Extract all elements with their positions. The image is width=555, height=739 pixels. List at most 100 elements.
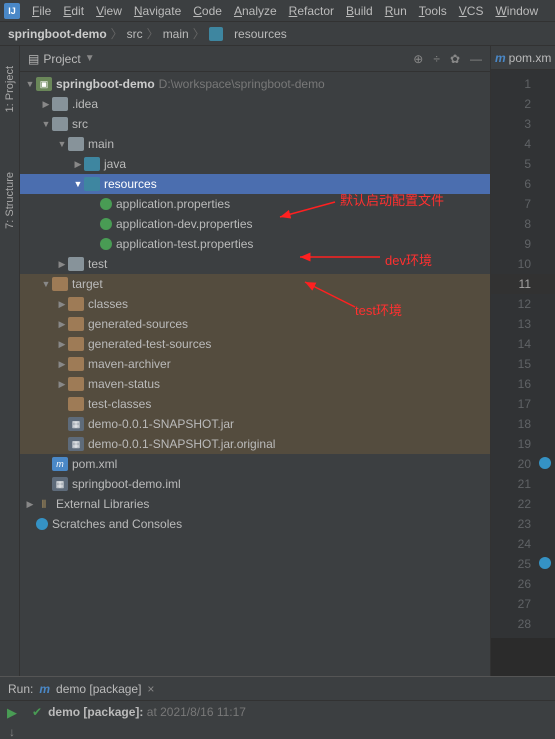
tree-scratch[interactable]: Scratches and Consoles (20, 514, 490, 534)
menu-refactor[interactable]: Refactor (283, 2, 340, 20)
gutter-line[interactable]: 18 (491, 414, 555, 434)
breadcrumb[interactable]: springboot-demo 〉 src 〉 main 〉 resources (0, 22, 555, 46)
menu-code[interactable]: Code (187, 2, 228, 20)
tree-gen-src[interactable]: generated-sources (20, 314, 490, 334)
gutter-line[interactable]: 21 (491, 474, 555, 494)
menu-window[interactable]: Window (489, 2, 544, 20)
collapse-icon[interactable]: ÷ (433, 52, 440, 66)
stop-icon[interactable]: ↓ (9, 725, 15, 739)
gutter-line[interactable]: 27 (491, 594, 555, 614)
tree-classes[interactable]: classes (20, 294, 490, 314)
tree-pom[interactable]: mpom.xml (20, 454, 490, 474)
project-panel: ▤ Project ▼ ⊕ ÷ ✿ — ▣springboot-demoD:\w… (20, 46, 490, 676)
gutter-line[interactable]: 25 (491, 554, 555, 574)
gutter-line[interactable]: 28 (491, 614, 555, 634)
menu-vcs[interactable]: VCS (453, 2, 490, 20)
crumb-src[interactable]: src (127, 27, 143, 41)
tree-gen-test[interactable]: generated-test-sources (20, 334, 490, 354)
tree-test-cls[interactable]: test-classes (20, 394, 490, 414)
gutter-line[interactable]: 26 (491, 574, 555, 594)
gutter-line[interactable]: 14 (491, 334, 555, 354)
tree-app-dev[interactable]: application-dev.properties (20, 214, 490, 234)
menu-view[interactable]: View (90, 2, 128, 20)
gutter-line[interactable]: 7 (491, 194, 555, 214)
menu-build[interactable]: Build (340, 2, 379, 20)
menu-edit[interactable]: Edit (57, 2, 90, 20)
gear-icon[interactable]: ✿ (450, 52, 460, 66)
tree-main[interactable]: main (20, 134, 490, 154)
menu-analyze[interactable]: Analyze (228, 2, 283, 20)
app-logo: IJ (4, 3, 20, 19)
tree-target[interactable]: target (20, 274, 490, 294)
tree-test[interactable]: test (20, 254, 490, 274)
gutter-line[interactable]: 23 (491, 514, 555, 534)
tree-app-prop[interactable]: application.properties (20, 194, 490, 214)
sidebar-tab-project[interactable]: 1: Project (4, 66, 16, 112)
gutter-mark-icon[interactable] (539, 557, 551, 569)
menu-run[interactable]: Run (379, 2, 413, 20)
gutter-line[interactable]: 20 (491, 454, 555, 474)
gutter-line[interactable]: 4 (491, 134, 555, 154)
menubar: IJ FileEditViewNavigateCodeAnalyzeRefact… (0, 0, 555, 22)
play-icon[interactable]: ▶ (7, 705, 17, 721)
editor-tab-pom[interactable]: mpom.xml (491, 46, 555, 70)
tree-idea[interactable]: .idea (20, 94, 490, 114)
tool-window-stripe: 1: Project 7: Structure (0, 46, 20, 676)
tree-mvn-stat[interactable]: maven-status (20, 374, 490, 394)
menu-navigate[interactable]: Navigate (128, 2, 187, 20)
chevron-down-icon: ▼ (85, 53, 95, 64)
gutter-line[interactable]: 6 (491, 174, 555, 194)
tree-jar[interactable]: ▦demo-0.0.1-SNAPSHOT.jar (20, 414, 490, 434)
run-label: Run: (8, 682, 33, 696)
gutter-line[interactable]: 22 (491, 494, 555, 514)
crumb-main[interactable]: main (163, 27, 189, 41)
menu-file[interactable]: File (26, 2, 57, 20)
tree-app-test[interactable]: application-test.properties (20, 234, 490, 254)
gutter-line[interactable]: 1 (491, 74, 555, 94)
tree-resources[interactable]: resources (20, 174, 490, 194)
tree-iml[interactable]: ▦springboot-demo.iml (20, 474, 490, 494)
gutter-line[interactable]: 24 (491, 534, 555, 554)
gutter-line[interactable]: 11 (491, 274, 555, 294)
gutter-line[interactable]: 16 (491, 374, 555, 394)
project-tree[interactable]: ▣springboot-demoD:\workspace\springboot-… (20, 72, 490, 676)
run-task: demo [package]: (48, 705, 143, 719)
gutter-line[interactable]: 5 (491, 154, 555, 174)
panel-title[interactable]: ▤ Project ▼ (28, 52, 407, 66)
gutter-mark-icon[interactable] (539, 457, 551, 469)
run-time: at 2021/8/16 11:17 (147, 705, 246, 719)
tree-ext-lib[interactable]: ⫼External Libraries (20, 494, 490, 514)
crumb-resources[interactable]: resources (209, 27, 287, 41)
sidebar-tab-structure[interactable]: 7: Structure (4, 172, 16, 229)
hide-icon[interactable]: — (470, 52, 482, 66)
run-config[interactable]: demo [package] (56, 682, 141, 696)
tree-jar-orig[interactable]: ▦demo-0.0.1-SNAPSHOT.jar.original (20, 434, 490, 454)
gutter-line[interactable]: 3 (491, 114, 555, 134)
chevron-right-icon: 〉 (147, 25, 159, 42)
tree-root[interactable]: ▣springboot-demoD:\workspace\springboot-… (20, 74, 490, 94)
run-output[interactable]: ✔ demo [package]: at 2021/8/16 11:17 (24, 701, 555, 737)
gutter-line[interactable]: 8 (491, 214, 555, 234)
tree-java[interactable]: java (20, 154, 490, 174)
editor: mpom.xml 1234567891011121314151617181920… (490, 46, 555, 676)
editor-gutter[interactable]: 1234567891011121314151617181920212223242… (491, 70, 555, 638)
tree-src[interactable]: src (20, 114, 490, 134)
gutter-line[interactable]: 2 (491, 94, 555, 114)
gutter-line[interactable]: 19 (491, 434, 555, 454)
crumb-project[interactable]: springboot-demo (8, 27, 107, 41)
gutter-line[interactable]: 12 (491, 294, 555, 314)
gutter-line[interactable]: 10 (491, 254, 555, 274)
gutter-line[interactable]: 15 (491, 354, 555, 374)
run-header: Run: m demo [package] × (0, 677, 555, 701)
menu-tools[interactable]: Tools (413, 2, 453, 20)
maven-icon: m (39, 682, 50, 696)
gutter-line[interactable]: 9 (491, 234, 555, 254)
gutter-line[interactable]: 17 (491, 394, 555, 414)
chevron-right-icon: 〉 (111, 25, 123, 42)
main-area: 1: Project 7: Structure ▤ Project ▼ ⊕ ÷ … (0, 46, 555, 676)
locate-icon[interactable]: ⊕ (413, 52, 423, 66)
tree-mvn-arch[interactable]: maven-archiver (20, 354, 490, 374)
check-icon: ✔ (32, 705, 42, 719)
close-icon[interactable]: × (147, 682, 154, 696)
gutter-line[interactable]: 13 (491, 314, 555, 334)
